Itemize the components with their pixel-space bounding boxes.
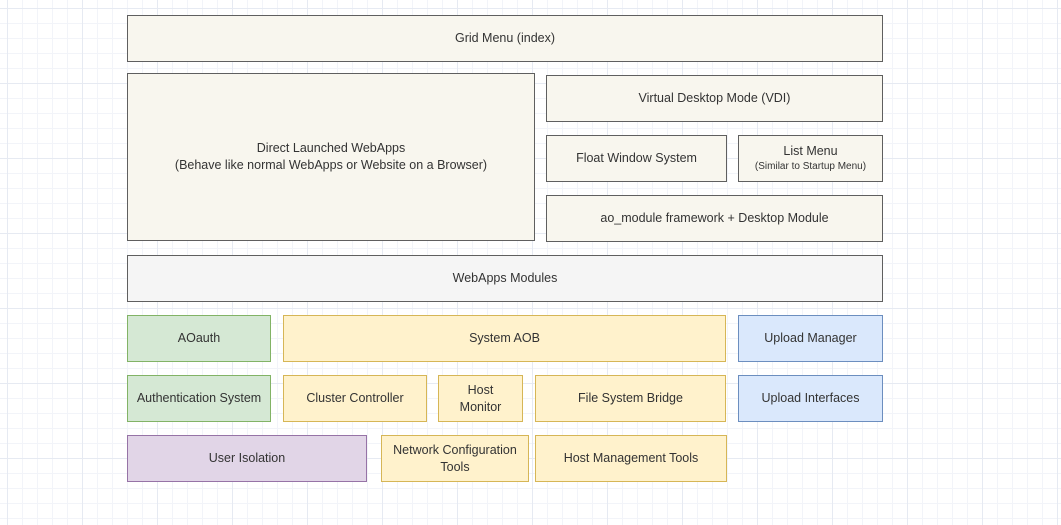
node-label: Grid Menu (index) xyxy=(455,30,555,47)
node-ao-module-framework: ao_module framework + Desktop Module xyxy=(546,195,883,242)
node-grid-menu: Grid Menu (index) xyxy=(127,15,883,62)
node-upload-manager: Upload Manager xyxy=(738,315,883,362)
node-label: User Isolation xyxy=(209,450,285,467)
node-aoauth: AOauth xyxy=(127,315,271,362)
node-label: Host Management Tools xyxy=(564,450,699,467)
node-label: List Menu xyxy=(783,143,837,160)
node-host-monitor: Host Monitor xyxy=(438,375,523,422)
node-float-window-system: Float Window System xyxy=(546,135,727,182)
node-label: Host Monitor xyxy=(447,382,514,416)
node-authentication-system: Authentication System xyxy=(127,375,271,422)
node-host-management-tools: Host Management Tools xyxy=(535,435,727,482)
node-virtual-desktop-mode: Virtual Desktop Mode (VDI) xyxy=(546,75,883,122)
node-label: System AOB xyxy=(469,330,540,347)
node-upload-interfaces: Upload Interfaces xyxy=(738,375,883,422)
node-label: Network Configuration Tools xyxy=(390,442,520,476)
node-sublabel: (Similar to Startup Menu) xyxy=(755,160,866,174)
node-list-menu: List Menu (Similar to Startup Menu) xyxy=(738,135,883,182)
node-label: Virtual Desktop Mode (VDI) xyxy=(639,90,791,107)
node-user-isolation: User Isolation xyxy=(127,435,367,482)
diagram-canvas: Grid Menu (index) Direct Launched WebApp… xyxy=(0,0,1061,525)
node-label: Upload Manager xyxy=(764,330,856,347)
node-label: Upload Interfaces xyxy=(762,390,860,407)
node-label: Float Window System xyxy=(576,150,697,167)
node-webapps-modules: WebApps Modules xyxy=(127,255,883,302)
node-label: ao_module framework + Desktop Module xyxy=(600,210,828,227)
node-file-system-bridge: File System Bridge xyxy=(535,375,726,422)
node-label: Authentication System xyxy=(137,390,261,407)
node-label: Cluster Controller xyxy=(306,390,403,407)
node-label: File System Bridge xyxy=(578,390,683,407)
node-network-configuration-tools: Network Configuration Tools xyxy=(381,435,529,482)
node-direct-launched-webapps: Direct Launched WebApps (Behave like nor… xyxy=(127,73,535,241)
node-label: WebApps Modules xyxy=(453,270,558,287)
node-sublabel: (Behave like normal WebApps or Website o… xyxy=(175,157,487,174)
node-label: Direct Launched WebApps xyxy=(257,140,405,157)
node-system-aob: System AOB xyxy=(283,315,726,362)
node-cluster-controller: Cluster Controller xyxy=(283,375,427,422)
node-label: AOauth xyxy=(178,330,220,347)
